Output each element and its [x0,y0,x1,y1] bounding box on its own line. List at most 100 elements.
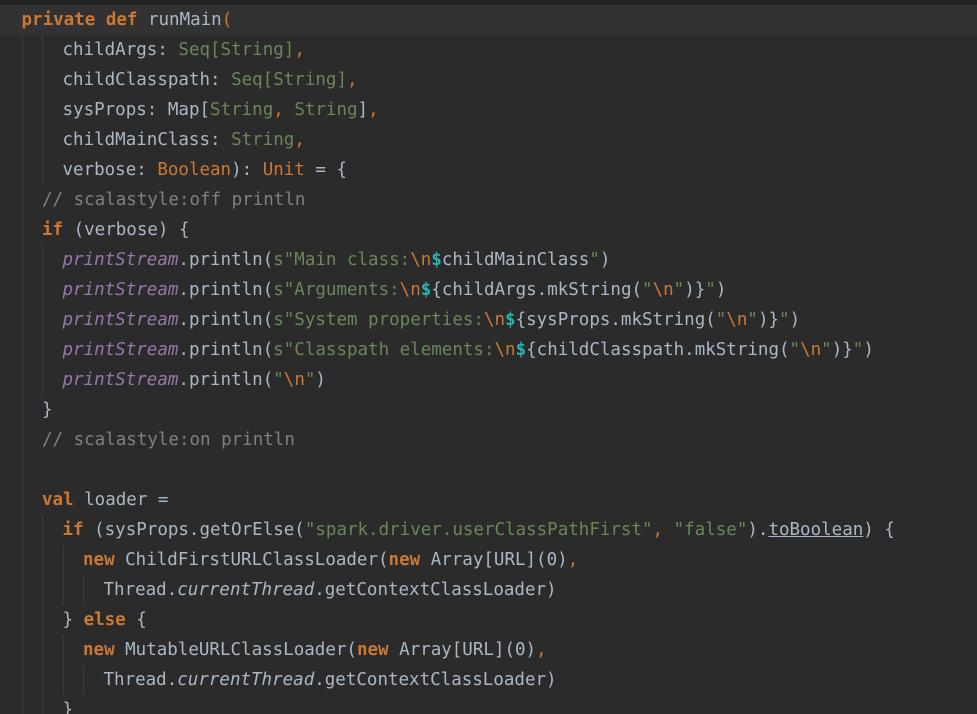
indent-guide [42,65,43,95]
code-line-content: childMainClass: String, [63,125,305,155]
code-token: ) [557,550,568,570]
indent-guide [42,155,43,185]
code-line[interactable]: } else { [0,605,977,635]
code-token: \n [726,310,748,330]
code-line[interactable]: printStream.println(s"Main class:\n$chil… [0,245,977,275]
code-token: , [294,40,305,60]
code-token: ). [747,520,769,540]
code-token: $ [420,280,432,300]
code-token: private [21,10,96,30]
code-line[interactable]: sysProps: Map[String, String], [0,95,977,125]
code-editor[interactable]: private def runMain(childArgs: Seq[Strin… [0,0,977,714]
indent-guide [21,305,23,335]
code-token: " [304,370,316,390]
code-line-content: printStream.println(s"Classpath elements… [63,335,874,365]
code-token: "spark.driver.userClassPathFirst" [304,520,653,540]
code-line[interactable]: private def runMain( [0,5,977,35]
indent-guide [83,575,84,605]
code-token: Array[URL]( [420,550,547,570]
code-token: ) { [863,520,895,540]
code-line[interactable]: printStream.println("\n") [0,365,977,395]
code-token: .println( [178,250,274,270]
indent-guide [42,125,43,155]
code-token: ) [315,370,326,390]
code-token: printStream [62,370,179,390]
code-line[interactable]: verbose: Boolean): Unit = { [0,155,977,185]
code-token: childArgs [62,40,158,60]
code-token: (verbose) { [63,220,190,240]
code-line[interactable]: childArgs: Seq[String], [0,35,977,65]
code-line-content: childArgs: Seq[String], [63,35,305,65]
code-token: .println( [178,280,274,300]
code-token: printStream [62,280,179,300]
indent-guide [21,245,23,275]
code-line[interactable]: childMainClass: String, [0,125,977,155]
code-token: , [294,130,305,150]
indent-guide [42,365,43,395]
indent-guide [21,65,23,95]
code-token: childMainClass [441,250,590,270]
code-line[interactable]: } [0,695,977,714]
code-token: val [42,490,74,510]
code-token: ChildFirstURLClassLoader( [114,550,389,570]
code-token: else [83,610,126,630]
code-line[interactable]: printStream.println(s"Arguments:\n${chil… [0,275,977,305]
code-line-content: printStream.println(s"System properties:… [63,305,801,335]
code-line[interactable]: new ChildFirstURLClassLoader(new Array[U… [0,545,977,575]
code-token: Seq[String] [178,40,295,60]
code-token: \n [800,340,822,360]
code-token: $ [505,310,516,330]
indent-guide [62,665,64,695]
code-line[interactable]: } [0,395,977,425]
code-line[interactable]: printStream.println(s"System properties:… [0,305,977,335]
code-line[interactable] [0,455,977,485]
code-token: } [62,700,74,714]
code-token: = { [304,160,348,180]
code-line-content: new ChildFirstURLClassLoader(new Array[U… [83,545,578,575]
code-line[interactable]: if (verbose) { [0,215,977,245]
code-token: (sysProps.getOrElse( [83,520,305,540]
code-area[interactable]: private def runMain(childArgs: Seq[Strin… [0,5,977,714]
code-token: 0 [546,550,558,570]
code-token: .getContextClassLoader) [314,670,557,690]
code-line-content: private def runMain( [22,5,233,35]
code-line[interactable]: Thread.currentThread.getContextClassLoad… [0,665,977,695]
indent-guide [21,215,23,245]
code-token: " [747,310,758,330]
indent-guide [42,605,43,635]
code-token: runMain [137,10,222,30]
code-line[interactable]: new MutableURLClassLoader(new Array[URL]… [0,635,977,665]
indent-guide [21,335,23,365]
code-token: 0 [514,640,526,660]
code-token: " [821,340,832,360]
code-token: {sysProps.mkString( [515,310,716,330]
code-line[interactable]: if (sysProps.getOrElse("spark.driver.use… [0,515,977,545]
indent-guide [42,635,43,665]
indent-guide [21,275,23,305]
code-token: Thread. [103,670,178,690]
indent-guide [21,665,23,695]
code-token: Seq[String] [231,70,347,90]
code-line[interactable]: childClasspath: Seq[String], [0,65,977,95]
code-line[interactable]: // scalastyle:on println [0,425,977,455]
code-line[interactable]: // scalastyle:off println [0,185,977,215]
code-line-content: new MutableURLClassLoader(new Array[URL]… [83,635,547,665]
code-line-content: Thread.currentThread.getContextClassLoad… [104,665,557,695]
code-token: " [673,280,685,300]
code-token: printStream [62,340,179,360]
code-line[interactable]: val loader = [0,485,977,515]
code-line-content: // scalastyle:on println [42,425,295,455]
code-token: .getContextClassLoader) [314,580,557,600]
indent-guide [42,35,43,65]
code-token: childMainClass [62,130,211,150]
code-token: new [83,640,115,660]
code-token: Unit [262,160,305,180]
code-line[interactable]: Thread.currentThread.getContextClassLoad… [0,575,977,605]
code-token: , [273,100,295,120]
code-line-content: sysProps: Map[String, String], [63,95,379,125]
code-token: " [589,250,600,270]
indent-guide [21,575,23,605]
code-line[interactable]: printStream.println(s"Classpath elements… [0,335,977,365]
code-token: s"System properties: [273,310,484,330]
